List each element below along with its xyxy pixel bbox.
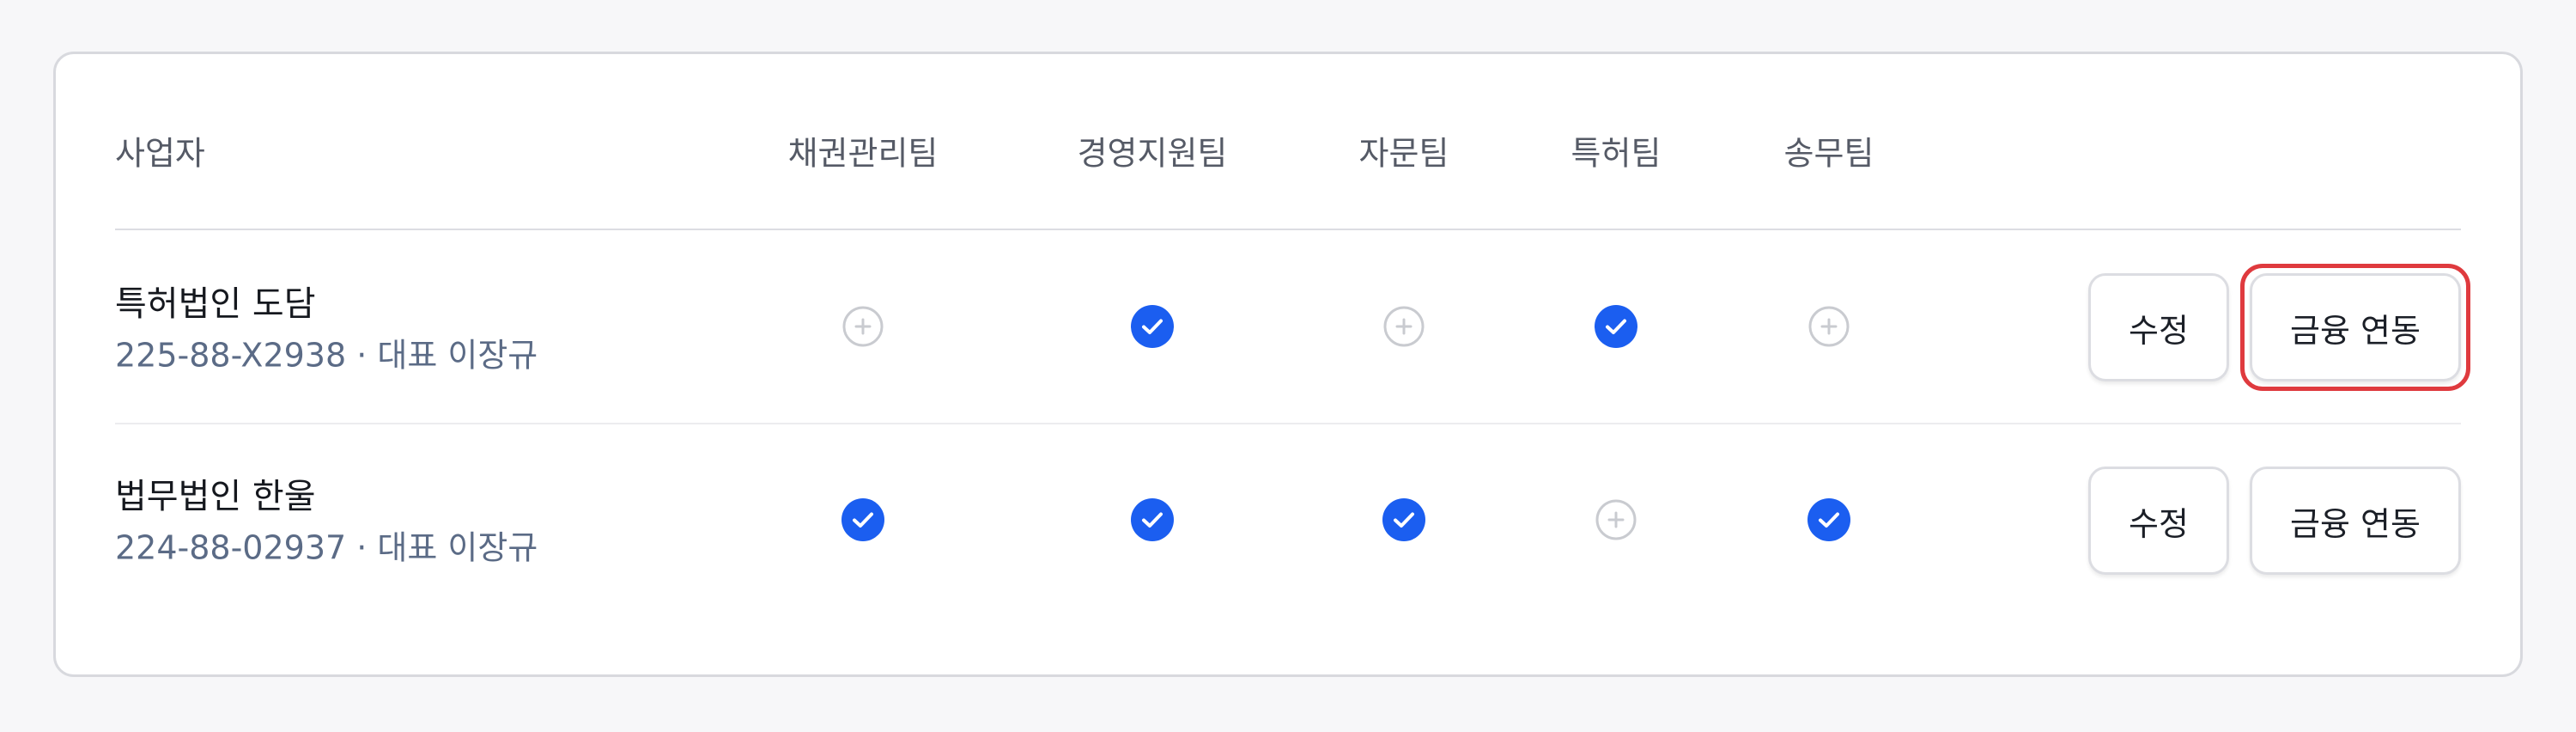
check-circle-icon — [1595, 305, 1637, 348]
team-toggle[interactable] — [1807, 497, 1851, 542]
row-0-business-info: 225-88-X2938 · 대표 이장규 — [115, 336, 538, 375]
row-1-finance-link-button[interactable]: 금융 연동 — [2250, 467, 2461, 575]
add-circle-icon — [1383, 306, 1425, 347]
row-0-business-name: 특허법인 도담 — [115, 284, 316, 324]
row-1-business-name: 법무법인 한울 — [115, 477, 316, 516]
team-toggle[interactable] — [1130, 304, 1175, 349]
header-team-1: 경영지원팀 — [1077, 134, 1228, 173]
row-0-finance-link-button[interactable]: 금융 연동 — [2250, 273, 2461, 381]
check-circle-icon — [1131, 305, 1174, 348]
team-toggle[interactable] — [841, 304, 885, 349]
row-divider — [115, 423, 2461, 424]
team-toggle[interactable] — [1594, 304, 1638, 349]
check-circle-icon — [841, 498, 884, 541]
team-toggle[interactable] — [841, 497, 885, 542]
row-0-edit-button[interactable]: 수정 — [2088, 273, 2229, 381]
header-business: 사업자 — [115, 134, 205, 173]
add-circle-icon — [842, 306, 884, 347]
header-team-2: 자문팀 — [1358, 134, 1449, 173]
header-team-0: 채권관리팀 — [787, 134, 939, 173]
check-circle-icon — [1807, 498, 1850, 541]
header-team-3: 특허팀 — [1571, 134, 1662, 173]
team-toggle[interactable] — [1382, 304, 1426, 349]
row-1-edit-button[interactable]: 수정 — [2088, 467, 2229, 575]
check-circle-icon — [1382, 498, 1425, 541]
header-team-4: 송무팀 — [1783, 134, 1874, 173]
row-1-business-info: 224-88-02937 · 대표 이장규 — [115, 528, 538, 567]
check-circle-icon — [1131, 498, 1174, 541]
team-toggle[interactable] — [1382, 497, 1426, 542]
add-circle-icon — [1595, 499, 1637, 540]
add-circle-icon — [1808, 306, 1850, 347]
header-divider — [115, 229, 2461, 230]
team-toggle[interactable] — [1130, 497, 1175, 542]
team-toggle[interactable] — [1594, 497, 1638, 542]
team-toggle[interactable] — [1807, 304, 1851, 349]
